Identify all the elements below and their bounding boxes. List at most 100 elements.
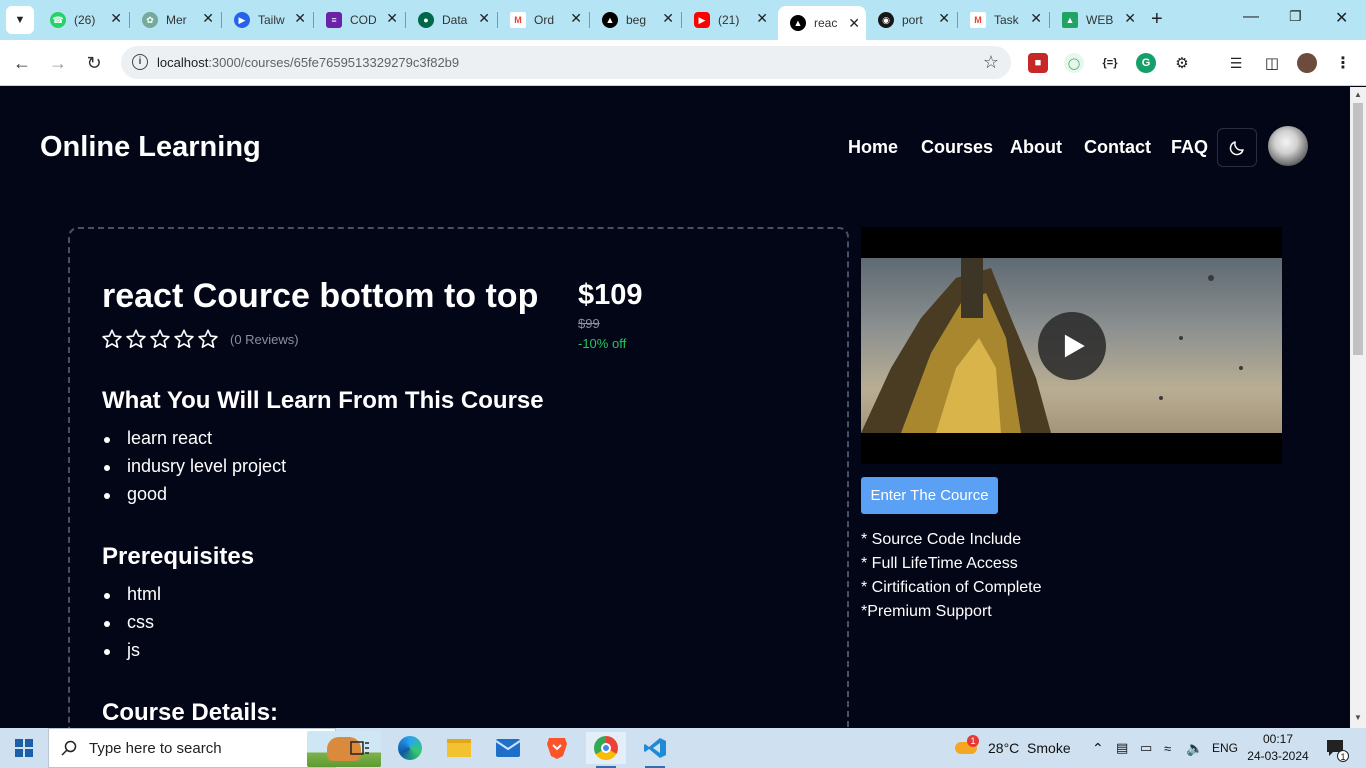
close-icon[interactable]: ✕ bbox=[662, 10, 674, 27]
theme-toggle-button[interactable] bbox=[1217, 128, 1257, 167]
list-item: indusry level project bbox=[102, 456, 286, 484]
back-arrow-icon[interactable]: ← bbox=[10, 51, 34, 75]
tab-code[interactable]: ≡ COD ✕ bbox=[314, 8, 404, 32]
vscode-icon[interactable] bbox=[635, 732, 675, 768]
bookmark-star-icon[interactable]: ☆ bbox=[983, 52, 999, 73]
edge-browser-icon[interactable] bbox=[390, 732, 430, 764]
tab-whatsapp[interactable]: ☎ (26) ✕ bbox=[38, 8, 128, 32]
tab-mongodb[interactable]: ● Data ✕ bbox=[406, 8, 496, 32]
reload-icon[interactable]: ↻ bbox=[82, 51, 106, 75]
notifications-button[interactable]: 1 bbox=[1325, 728, 1349, 768]
feature-item: * Cirtification of Complete bbox=[861, 579, 1042, 596]
feature-item: * Source Code Include bbox=[861, 531, 1022, 548]
discount-badge: -10% off bbox=[578, 336, 627, 351]
tab-title: WEB bbox=[1086, 13, 1114, 27]
tab-tailwind[interactable]: ▶ Tailw ✕ bbox=[222, 8, 312, 32]
side-panel-icon[interactable]: ◫ bbox=[1262, 53, 1282, 73]
tab-title: Task bbox=[994, 13, 1019, 27]
brave-browser-icon[interactable] bbox=[537, 732, 577, 764]
weather-widget[interactable]: 1 28°C Smoke bbox=[955, 728, 1071, 768]
meet-now-icon[interactable]: ▤ bbox=[1116, 728, 1128, 768]
media-control-icon[interactable]: ☰ bbox=[1226, 53, 1246, 73]
scroll-up-icon[interactable]: ▲ bbox=[1354, 90, 1362, 99]
forward-arrow-icon[interactable]: → bbox=[46, 51, 70, 75]
extension-green-ring-icon[interactable]: ◯ bbox=[1064, 53, 1084, 73]
json-viewer-icon[interactable]: {=} bbox=[1100, 53, 1120, 73]
close-icon[interactable]: ✕ bbox=[386, 10, 398, 27]
nav-about[interactable]: About bbox=[1010, 137, 1062, 158]
volume-icon[interactable]: 🔈 bbox=[1186, 728, 1203, 768]
course-title: react Cource bottom to top bbox=[102, 277, 539, 315]
tab-gmail-orders[interactable]: M Ord ✕ bbox=[498, 8, 588, 32]
chevron-down-icon: ▼ bbox=[14, 14, 26, 26]
close-icon[interactable]: ✕ bbox=[294, 10, 306, 27]
prerequisites-heading: Prerequisites bbox=[102, 543, 255, 570]
start-button[interactable] bbox=[0, 728, 48, 768]
close-icon[interactable]: ✕ bbox=[1030, 10, 1042, 27]
course-video-player[interactable] bbox=[861, 227, 1282, 464]
windows-logo-icon bbox=[15, 739, 33, 757]
grammarly-icon[interactable]: G bbox=[1136, 53, 1156, 73]
course-details-heading: Course Details: bbox=[102, 699, 279, 726]
prerequisites-list: html css js bbox=[102, 584, 161, 668]
url-text[interactable]: localhost:3000/courses/65fe7659513329279… bbox=[157, 55, 459, 70]
tab-youtube[interactable]: ▶ (21) ✕ bbox=[682, 8, 774, 32]
code-icon: ≡ bbox=[326, 12, 342, 28]
nav-courses[interactable]: Courses bbox=[921, 137, 993, 158]
tab-google-drive[interactable]: ▲ WEB ✕ bbox=[1050, 8, 1142, 32]
user-avatar[interactable] bbox=[1268, 126, 1308, 166]
close-icon[interactable]: ✕ bbox=[202, 10, 214, 27]
enter-course-button[interactable]: Enter The Cource bbox=[861, 477, 998, 514]
task-view-icon[interactable] bbox=[340, 732, 380, 764]
file-explorer-icon[interactable] bbox=[439, 732, 479, 764]
close-icon[interactable]: ✕ bbox=[848, 15, 860, 32]
system-clock[interactable]: 00:17 24-03-2024 bbox=[1247, 731, 1309, 765]
star-outline-icon bbox=[126, 329, 146, 348]
weather-text: 28°C Smoke bbox=[988, 740, 1071, 756]
minimize-icon[interactable]: — bbox=[1243, 8, 1259, 26]
battery-icon[interactable]: ▭ bbox=[1140, 728, 1152, 768]
tab-gmail-tasks[interactable]: M Task ✕ bbox=[958, 8, 1048, 32]
mail-icon[interactable] bbox=[488, 732, 528, 764]
extensions-puzzle-icon[interactable]: ⚙ bbox=[1172, 53, 1192, 73]
scroll-down-icon[interactable]: ▼ bbox=[1354, 713, 1362, 722]
restore-icon[interactable]: ❐ bbox=[1289, 8, 1302, 25]
wifi-icon[interactable]: ≈ bbox=[1164, 728, 1171, 768]
nextjs-icon: ▲ bbox=[602, 12, 618, 28]
address-bar[interactable]: i localhost:3000/courses/65fe76595133292… bbox=[121, 46, 1011, 79]
new-tab-icon[interactable]: + bbox=[1151, 8, 1163, 31]
profile-avatar-icon[interactable] bbox=[1297, 53, 1317, 73]
nav-contact[interactable]: Contact bbox=[1084, 137, 1151, 158]
close-icon[interactable]: ✕ bbox=[756, 10, 768, 27]
close-window-icon[interactable]: ✕ bbox=[1335, 8, 1348, 28]
nav-home[interactable]: Home bbox=[848, 137, 898, 158]
tab-title: Mer bbox=[166, 13, 187, 27]
taskbar-search-box[interactable]: Type here to search bbox=[48, 728, 381, 768]
tab-react-active[interactable]: ▲ reac ✕ bbox=[778, 6, 866, 40]
feature-item: *Premium Support bbox=[861, 603, 992, 620]
close-icon[interactable]: ✕ bbox=[1124, 10, 1136, 27]
tab-chatgpt[interactable]: ✿ Mer ✕ bbox=[130, 8, 220, 32]
nav-faq[interactable]: FAQ bbox=[1171, 137, 1208, 158]
tab-search-button[interactable]: ▼ bbox=[6, 6, 34, 34]
play-button[interactable] bbox=[1038, 312, 1106, 380]
extension-red-icon[interactable]: ■ bbox=[1028, 53, 1048, 73]
tab-github[interactable]: ◉ port ✕ bbox=[866, 8, 956, 32]
scrollbar-thumb[interactable] bbox=[1353, 103, 1363, 355]
tab-title: Tailw bbox=[258, 13, 285, 27]
close-icon[interactable]: ✕ bbox=[938, 10, 950, 27]
github-icon: ◉ bbox=[878, 12, 894, 28]
chevron-up-icon[interactable]: ⌃ bbox=[1092, 728, 1104, 768]
close-icon[interactable]: ✕ bbox=[570, 10, 582, 27]
more-menu-icon[interactable]: ⋮ bbox=[1333, 53, 1353, 73]
chrome-icon[interactable] bbox=[586, 732, 626, 768]
tab-beginner[interactable]: ▲ beg ✕ bbox=[590, 8, 680, 32]
tab-title: Data bbox=[442, 13, 468, 27]
close-icon[interactable]: ✕ bbox=[478, 10, 490, 27]
page-scrollbar[interactable]: ▲ ▼ bbox=[1350, 87, 1366, 728]
language-indicator[interactable]: ENG bbox=[1212, 728, 1238, 768]
site-brand[interactable]: Online Learning bbox=[40, 131, 261, 164]
close-icon[interactable]: ✕ bbox=[110, 10, 122, 27]
tab-title: COD bbox=[350, 13, 377, 27]
site-info-icon[interactable]: i bbox=[132, 54, 148, 70]
